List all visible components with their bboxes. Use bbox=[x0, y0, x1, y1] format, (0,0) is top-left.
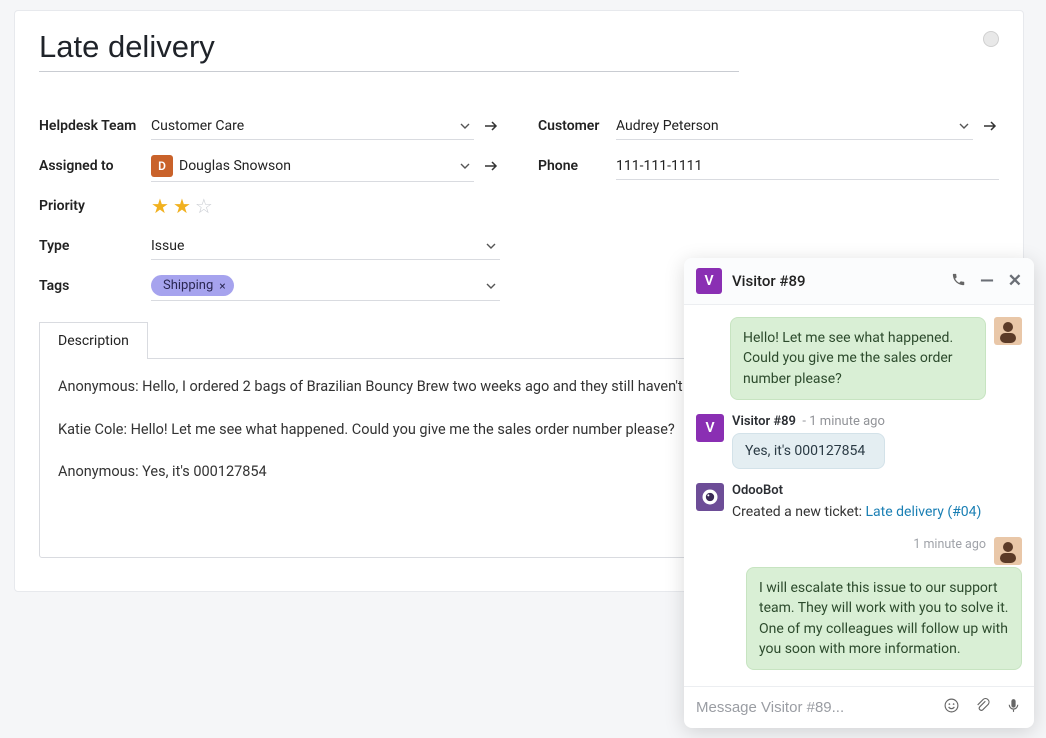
star-icon[interactable]: ★ bbox=[173, 194, 191, 218]
message-bubble: I will escalate this issue to our suppor… bbox=[746, 567, 1022, 670]
label-tags: Tags bbox=[39, 278, 151, 294]
sender-name: Visitor #89 bbox=[732, 414, 796, 429]
title-row bbox=[39, 29, 999, 72]
chat-body[interactable]: Hello! Let me see what happened. Could y… bbox=[684, 305, 1034, 686]
star-icon[interactable]: ☆ bbox=[195, 194, 213, 218]
microphone-icon[interactable] bbox=[1005, 697, 1022, 718]
field-priority: Priority ★ ★ ☆ bbox=[39, 186, 500, 226]
chevron-down-icon bbox=[460, 121, 470, 131]
message-bot: OdooBot Created a new ticket: Late deliv… bbox=[696, 483, 1022, 523]
tag-shipping[interactable]: Shipping × bbox=[151, 275, 234, 296]
field-assigned-to: Assigned to D Douglas Snowson bbox=[39, 146, 500, 186]
label-customer: Customer bbox=[538, 118, 616, 134]
value-assigned-to: Douglas Snowson bbox=[179, 158, 291, 174]
phone-icon[interactable] bbox=[951, 272, 966, 291]
chat-message-input[interactable] bbox=[696, 699, 931, 716]
chat-title: Visitor #89 bbox=[732, 272, 951, 290]
field-phone: Phone 111-111-1111 bbox=[538, 146, 999, 186]
bot-message-text: Created a new ticket: Late delivery (#04… bbox=[732, 502, 981, 523]
message-visitor: V Visitor #89 - 1 minute ago Yes, it's 0… bbox=[696, 414, 1022, 469]
sender-name: OdooBot bbox=[732, 483, 783, 498]
remove-tag-icon[interactable]: × bbox=[219, 279, 225, 293]
label-helpdesk-team: Helpdesk Team bbox=[39, 118, 151, 134]
agent-avatar bbox=[994, 317, 1022, 345]
bot-text-prefix: Created a new ticket: bbox=[732, 504, 866, 520]
chat-header-actions: — ✕ bbox=[951, 271, 1022, 291]
label-assigned-to: Assigned to bbox=[39, 158, 151, 174]
visitor-avatar: V bbox=[696, 414, 724, 442]
value-type: Issue bbox=[151, 238, 184, 254]
field-tags: Tags Shipping × bbox=[39, 266, 500, 306]
chat-header: V Visitor #89 — ✕ bbox=[684, 258, 1034, 305]
select-assigned-to[interactable]: D Douglas Snowson bbox=[151, 151, 474, 182]
message-bubble: Hello! Let me see what happened. Could y… bbox=[730, 317, 986, 400]
message-time: 1 minute ago bbox=[696, 537, 986, 552]
select-tags[interactable]: Shipping × bbox=[151, 271, 500, 301]
field-customer: Customer Audrey Peterson bbox=[538, 106, 999, 146]
chevron-down-icon bbox=[486, 281, 496, 291]
open-helpdesk-team-icon[interactable] bbox=[482, 118, 500, 134]
select-helpdesk-team[interactable]: Customer Care bbox=[151, 112, 474, 140]
message-meta: OdooBot bbox=[732, 483, 981, 498]
assignee-avatar: D bbox=[151, 155, 173, 177]
tab-description[interactable]: Description bbox=[39, 322, 148, 359]
message-bubble: Yes, it's 000127854 bbox=[732, 433, 885, 469]
tag-label: Shipping bbox=[163, 278, 213, 293]
label-priority: Priority bbox=[39, 198, 151, 214]
message-agent: I will escalate this issue to our suppor… bbox=[696, 567, 1022, 670]
bot-avatar bbox=[696, 483, 724, 511]
select-type[interactable]: Issue bbox=[151, 232, 500, 260]
chevron-down-icon bbox=[486, 241, 496, 251]
value-customer: Audrey Peterson bbox=[616, 118, 719, 134]
form-col-left: Helpdesk Team Customer Care Assigned to … bbox=[39, 106, 500, 306]
label-phone: Phone bbox=[538, 158, 616, 174]
chat-panel: V Visitor #89 — ✕ Hello! Let me see what… bbox=[684, 258, 1034, 728]
field-type: Type Issue bbox=[39, 226, 500, 266]
message-agent-group: 1 minute ago I will escalate this issue … bbox=[696, 537, 1022, 670]
label-type: Type bbox=[39, 238, 151, 254]
input-phone[interactable]: 111-111-1111 bbox=[616, 152, 999, 180]
star-icon[interactable]: ★ bbox=[151, 194, 169, 218]
value-helpdesk-team: Customer Care bbox=[151, 118, 244, 134]
ticket-title-input[interactable] bbox=[39, 29, 739, 72]
attachment-icon[interactable] bbox=[974, 697, 991, 718]
chat-input-actions bbox=[943, 697, 1022, 718]
open-customer-icon[interactable] bbox=[981, 118, 999, 134]
close-icon[interactable]: ✕ bbox=[1008, 271, 1022, 291]
chevron-down-icon bbox=[460, 161, 470, 171]
message-meta: Visitor #89 - 1 minute ago bbox=[732, 414, 885, 429]
minimize-icon[interactable]: — bbox=[980, 277, 994, 286]
chat-input-row bbox=[684, 686, 1034, 728]
emoji-icon[interactable] bbox=[943, 697, 960, 718]
message-agent: Hello! Let me see what happened. Could y… bbox=[696, 317, 1022, 400]
status-indicator[interactable] bbox=[983, 31, 999, 47]
ticket-link[interactable]: Late delivery (#04) bbox=[866, 504, 982, 520]
message-time: 1 minute ago bbox=[809, 414, 885, 429]
chevron-down-icon bbox=[959, 121, 969, 131]
agent-avatar bbox=[994, 537, 1022, 565]
value-phone: 111-111-1111 bbox=[616, 158, 702, 174]
field-helpdesk-team: Helpdesk Team Customer Care bbox=[39, 106, 500, 146]
chat-header-avatar: V bbox=[696, 268, 722, 294]
open-assigned-to-icon[interactable] bbox=[482, 158, 500, 174]
priority-stars[interactable]: ★ ★ ☆ bbox=[151, 190, 500, 222]
select-customer[interactable]: Audrey Peterson bbox=[616, 112, 973, 140]
